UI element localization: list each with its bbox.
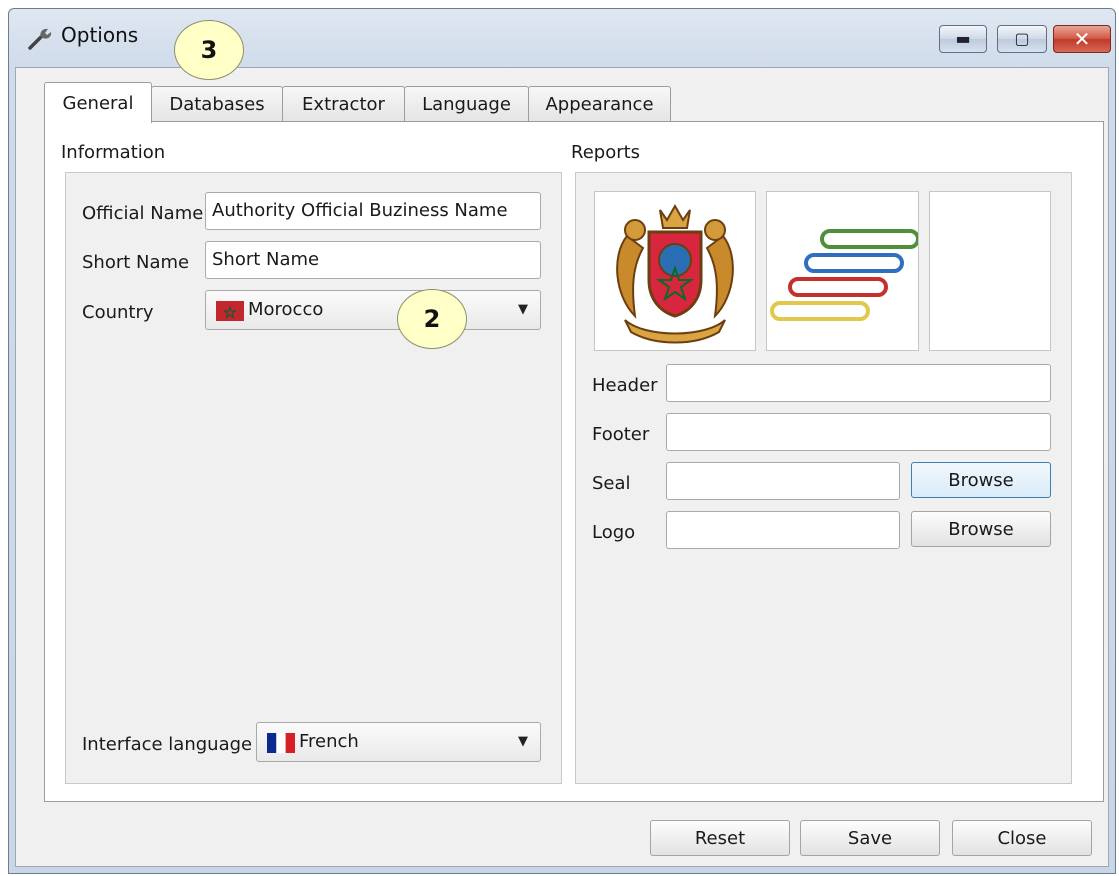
logo-label: Logo xyxy=(592,522,636,543)
country-combobox[interactable]: Morocco ▼ xyxy=(205,290,541,330)
information-group: Official Name Authority Official Buzines… xyxy=(65,172,562,784)
chevron-down-icon: ▼ xyxy=(518,302,528,317)
reports-section-title: Reports xyxy=(571,142,641,163)
header-field[interactable] xyxy=(666,364,1051,402)
tab-label: Appearance xyxy=(545,94,654,115)
france-flag-icon xyxy=(267,733,295,753)
reset-button[interactable]: Reset xyxy=(650,820,790,856)
official-name-field[interactable]: Authority Official Buziness Name xyxy=(205,192,541,230)
tab-language[interactable]: Language xyxy=(404,86,529,122)
tab-appearance[interactable]: Appearance xyxy=(528,86,671,122)
logo-preview[interactable] xyxy=(766,191,919,351)
official-name-label: Official Name xyxy=(82,203,204,224)
close-button[interactable]: Close xyxy=(952,820,1092,856)
chevron-down-icon: ▼ xyxy=(518,734,528,749)
tab-databases[interactable]: Databases xyxy=(151,86,283,122)
reports-group: Header Footer Seal Browse Logo Browse xyxy=(575,172,1072,784)
options-window: Options ▬ ▢ ✕ General Databases Extracto… xyxy=(8,8,1116,874)
tab-extractor[interactable]: Extractor xyxy=(282,86,405,122)
short-name-label: Short Name xyxy=(82,252,190,273)
tab-label: Databases xyxy=(169,94,265,115)
window-title: Options xyxy=(61,23,139,47)
seal-label: Seal xyxy=(592,473,631,494)
browse-label: Browse xyxy=(948,469,1014,491)
interface-language-combobox[interactable]: French ▼ xyxy=(256,722,541,762)
tab-label: Language xyxy=(422,94,511,115)
tab-general[interactable]: General xyxy=(44,82,152,123)
minimize-icon: ▬ xyxy=(955,29,971,48)
footer-field[interactable] xyxy=(666,413,1051,451)
reset-label: Reset xyxy=(694,827,746,849)
seal-browse-button[interactable]: Browse xyxy=(911,462,1051,498)
callout-marker-tabs: 3 xyxy=(174,20,244,80)
empty-image-preview[interactable] xyxy=(929,191,1051,351)
interface-language-label: Interface language xyxy=(82,734,253,755)
tab-label: Extractor xyxy=(302,94,385,115)
general-tab-panel: Information Official Name Authority Offi… xyxy=(44,121,1104,802)
seal-path-field[interactable] xyxy=(666,462,900,500)
close-label: Close xyxy=(997,827,1047,849)
tab-label: General xyxy=(62,92,134,114)
save-label: Save xyxy=(847,827,893,849)
country-label: Country xyxy=(82,302,154,323)
information-section-title: Information xyxy=(61,142,166,163)
country-value: Morocco xyxy=(248,299,324,320)
logo-path-field[interactable] xyxy=(666,511,900,549)
header-label: Header xyxy=(592,375,658,396)
wrench-icon xyxy=(28,28,52,50)
morocco-flag-icon xyxy=(216,301,244,321)
close-window-button[interactable]: ✕ xyxy=(1053,25,1111,53)
maximize-icon: ▢ xyxy=(1014,29,1030,48)
minimize-button[interactable]: ▬ xyxy=(939,25,987,53)
footer-label: Footer xyxy=(592,424,650,445)
paperclips-logo-icon xyxy=(769,229,918,321)
save-button[interactable]: Save xyxy=(800,820,940,856)
logo-browse-button[interactable]: Browse xyxy=(911,511,1051,547)
browse-label: Browse xyxy=(948,518,1014,540)
interface-language-value: French xyxy=(299,731,359,752)
short-name-field[interactable]: Short Name xyxy=(205,241,541,279)
dialog-client-area: General Databases Extractor Language App… xyxy=(15,67,1109,867)
coat-of-arms-icon xyxy=(616,203,734,344)
close-icon: ✕ xyxy=(1073,27,1091,51)
callout-marker-country: 2 xyxy=(397,289,467,349)
seal-preview[interactable] xyxy=(594,191,756,351)
maximize-button[interactable]: ▢ xyxy=(997,25,1047,53)
